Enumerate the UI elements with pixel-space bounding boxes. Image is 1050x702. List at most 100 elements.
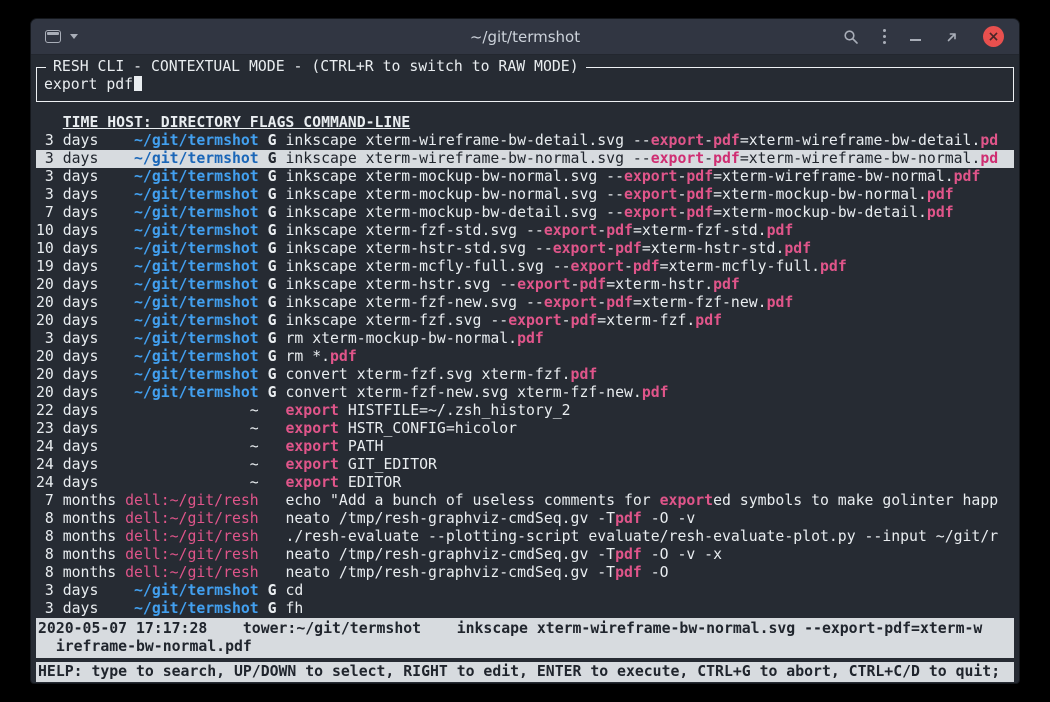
directory-cell: ~/git/termshot <box>125 168 259 185</box>
time-cell: 7 days <box>36 204 125 221</box>
time-cell: 10 days <box>36 240 125 257</box>
history-row[interactable]: 8 months dell:~/git/resh neato /tmp/resh… <box>36 546 1014 564</box>
history-row[interactable]: 22 days ~ export HISTFILE=~/.zsh_history… <box>36 402 1014 420</box>
command-text: =xterm-wireframe-bw-detail. <box>740 132 981 149</box>
time-cell: 22 days <box>36 402 125 419</box>
command-match: pdf <box>954 168 981 185</box>
command-text: -O <box>642 564 669 581</box>
time-cell: 20 days <box>36 294 125 311</box>
flags-cell: G <box>259 222 286 239</box>
command-match: pdf <box>767 222 794 239</box>
flags-cell <box>259 456 286 473</box>
history-row[interactable]: 24 days ~ export EDITOR <box>36 474 1014 492</box>
command-match: pdf <box>927 204 954 221</box>
history-row[interactable]: 3 days ~/git/termshot G inkscape xterm-w… <box>36 132 1014 150</box>
history-row[interactable]: 3 days ~/git/termshot G fh <box>36 600 1014 618</box>
command-match: export <box>544 294 597 311</box>
history-row[interactable]: 10 days ~/git/termshot G inkscape xterm-… <box>36 240 1014 258</box>
history-row[interactable]: 23 days ~ export HSTR_CONFIG=hicolor <box>36 420 1014 438</box>
directory-cell: dell:~/git/resh <box>125 492 259 509</box>
directory-cell: ~/git/termshot <box>125 600 259 617</box>
flags-cell: G <box>259 168 286 185</box>
command-text: neato /tmp/resh-graphviz-cmdSeq.gv -T <box>285 564 615 581</box>
flags-cell: G <box>259 312 286 329</box>
command-match: pdf <box>713 150 740 167</box>
time-cell: 20 days <box>36 384 125 401</box>
command-text: inkscape xterm-mockup-bw-normal.svg -- <box>285 168 624 185</box>
flags-cell: G <box>259 330 286 347</box>
search-box-title: RESH CLI - CONTEXTUAL MODE - (CTRL+R to … <box>46 58 586 76</box>
flags-cell: G <box>259 348 286 365</box>
command-text: - <box>562 312 571 329</box>
history-row[interactable]: 3 days ~/git/termshot G cd <box>36 582 1014 600</box>
time-cell: 20 days <box>36 366 125 383</box>
titlebar-right-group: × <box>843 26 1004 47</box>
history-row[interactable]: 3 days ~/git/termshot G inkscape xterm-w… <box>36 150 1014 168</box>
history-row[interactable]: 20 days ~/git/termshot G convert xterm-f… <box>36 366 1014 384</box>
command-text: -O -v <box>642 510 695 527</box>
directory-cell: ~/git/termshot <box>125 132 259 149</box>
history-row[interactable]: 24 days ~ export PATH <box>36 438 1014 456</box>
history-row[interactable]: 20 days ~/git/termshot G rm *.pdf <box>36 348 1014 366</box>
directory-cell: ~/git/termshot <box>125 186 259 203</box>
directory-cell: ~/git/termshot <box>125 204 259 221</box>
command-match: export <box>544 222 597 239</box>
command-match: pdf <box>571 366 598 383</box>
command-match: pdf <box>330 348 357 365</box>
flags-cell <box>259 402 286 419</box>
detail-line-2: ireframe-bw-normal.pdf <box>38 638 1014 656</box>
command-text: =xterm-fzf-new. <box>633 294 767 311</box>
flags-cell <box>259 474 286 491</box>
history-row[interactable]: 8 months dell:~/git/resh neato /tmp/resh… <box>36 564 1014 582</box>
close-button[interactable]: × <box>983 26 1004 47</box>
command-text: - <box>704 150 713 167</box>
history-row[interactable]: 20 days ~/git/termshot G inkscape xterm-… <box>36 276 1014 294</box>
time-cell: 3 days <box>36 600 125 617</box>
directory-cell: ~/git/termshot <box>125 348 259 365</box>
command-text: =xterm-hstr-std. <box>642 240 785 257</box>
history-row[interactable]: 20 days ~/git/termshot G inkscape xterm-… <box>36 312 1014 330</box>
directory-cell: dell:~/git/resh <box>125 510 259 527</box>
command-text: inkscape xterm-fzf.svg -- <box>285 312 508 329</box>
command-text: neato /tmp/resh-graphviz-cmdSeq.gv -T <box>285 510 615 527</box>
history-row[interactable]: 7 months dell:~/git/resh echo "Add a bun… <box>36 492 1014 510</box>
text-cursor <box>134 76 142 91</box>
command-match: pdf <box>642 384 669 401</box>
history-row[interactable]: 10 days ~/git/termshot G inkscape xterm-… <box>36 222 1014 240</box>
history-row[interactable]: 8 months dell:~/git/resh ./resh-evaluate… <box>36 528 1014 546</box>
time-cell: 10 days <box>36 222 125 239</box>
directory-cell: dell:~/git/resh <box>125 564 259 581</box>
menu-button[interactable] <box>883 29 886 44</box>
restore-button[interactable] <box>945 30 959 44</box>
history-row[interactable]: 20 days ~/git/termshot G convert xterm-f… <box>36 384 1014 402</box>
history-row[interactable]: 7 days ~/git/termshot G inkscape xterm-m… <box>36 204 1014 222</box>
history-row[interactable]: 24 days ~ export GIT_EDITOR <box>36 456 1014 474</box>
command-text: HSTR_CONFIG=hicolor <box>339 420 517 437</box>
history-row[interactable]: 19 days ~/git/termshot G inkscape xterm-… <box>36 258 1014 276</box>
history-row[interactable]: 3 days ~/git/termshot G inkscape xterm-m… <box>36 186 1014 204</box>
history-row[interactable]: 3 days ~/git/termshot G inkscape xterm-m… <box>36 168 1014 186</box>
flags-cell <box>259 420 286 437</box>
command-text: inkscape xterm-fzf-std.svg -- <box>285 222 543 239</box>
command-text: - <box>704 132 713 149</box>
time-cell: 3 days <box>36 330 125 347</box>
command-match: export <box>553 240 606 257</box>
history-row[interactable]: 3 days ~/git/termshot G rm xterm-mockup-… <box>36 330 1014 348</box>
flags-cell: G <box>259 384 286 401</box>
command-text: inkscape xterm-hstr.svg -- <box>285 276 517 293</box>
search-box[interactable]: RESH CLI - CONTEXTUAL MODE - (CTRL+R to … <box>36 67 1014 102</box>
time-cell: 8 months <box>36 546 125 563</box>
flags-cell: G <box>259 582 286 599</box>
search-input[interactable]: export pdf <box>44 76 1006 94</box>
minimize-button[interactable] <box>910 32 921 41</box>
time-cell: 23 days <box>36 420 125 437</box>
command-text: =xterm-fzf. <box>597 312 695 329</box>
flags-cell: G <box>259 186 286 203</box>
search-button[interactable] <box>843 29 859 45</box>
command-text: inkscape xterm-wireframe-bw-normal.svg -… <box>285 150 650 167</box>
history-row[interactable]: 20 days ~/git/termshot G inkscape xterm-… <box>36 294 1014 312</box>
command-text: PATH <box>339 438 384 455</box>
history-row[interactable]: 8 months dell:~/git/resh neato /tmp/resh… <box>36 510 1014 528</box>
new-tab-button[interactable] <box>45 30 61 43</box>
tab-list-dropdown[interactable] <box>70 34 78 39</box>
